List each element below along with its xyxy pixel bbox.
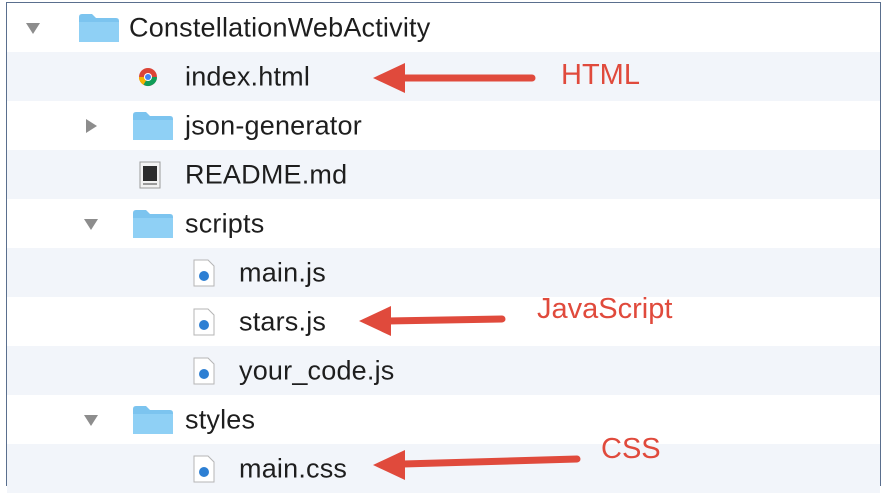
file-tree-panel: ConstellationWebActivity index.html json… (6, 2, 881, 493)
annotation-label-css: CSS (601, 433, 661, 465)
annotation-arrow-css (373, 450, 581, 480)
